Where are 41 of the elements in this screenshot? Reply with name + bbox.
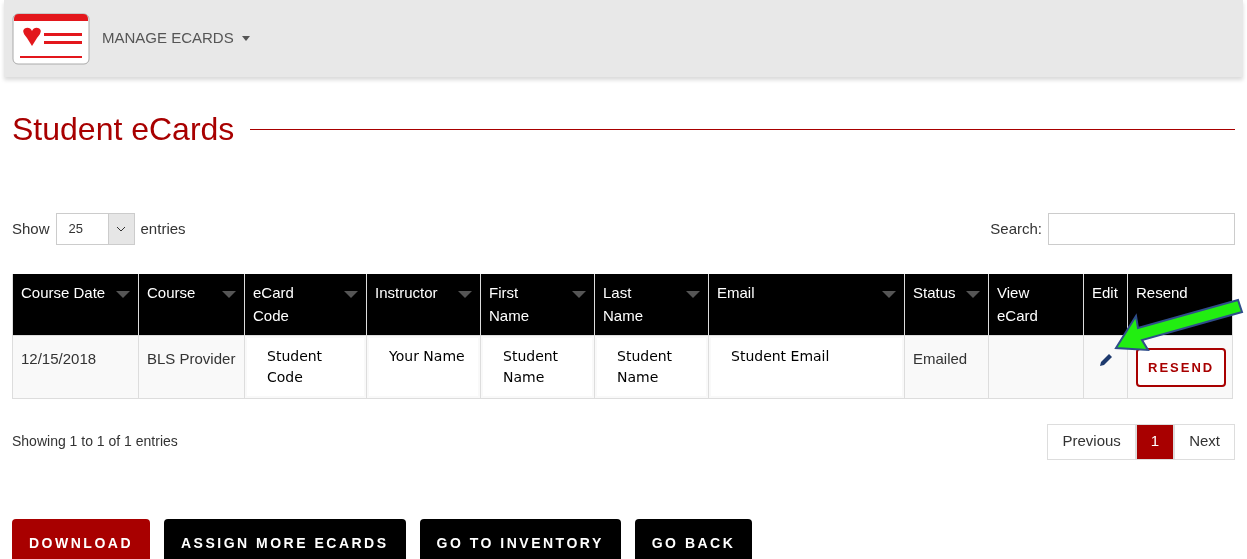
sort-icon [344, 291, 358, 298]
page-title: Student eCards [12, 110, 235, 149]
sort-icon [116, 291, 130, 298]
search-label: Search: [990, 218, 1042, 239]
sort-icon [572, 291, 586, 298]
column-header[interactable]: Email [708, 274, 905, 335]
sort-icon [458, 291, 472, 298]
action-button[interactable]: GO TO INVENTORY [419, 518, 621, 559]
column-header[interactable]: eCard Code [244, 274, 367, 335]
pencil-icon[interactable] [1097, 352, 1114, 369]
sort-icon [882, 291, 896, 298]
entries-select[interactable]: 25 [55, 213, 135, 245]
caret-icon [241, 36, 250, 41]
action-button[interactable]: DOWNLOAD [12, 518, 150, 559]
manage-ecards-menu[interactable]: MANAGE ECARDS [102, 27, 250, 50]
pagination-button[interactable]: Next [1174, 423, 1235, 460]
column-header[interactable]: Status [904, 274, 989, 335]
table-cell: Emailed [913, 349, 968, 367]
chevron-down-icon [116, 226, 127, 232]
column-header[interactable]: Instructor [366, 274, 481, 335]
column-header[interactable]: First Name [480, 274, 595, 335]
pagination-button[interactable]: Previous [1047, 423, 1136, 460]
column-header: View eCard [988, 274, 1084, 335]
entries-info: Showing 1 to 1 of 1 entries [12, 432, 178, 451]
action-button[interactable]: GO BACK [634, 518, 753, 559]
column-header: Edit [1083, 274, 1128, 335]
sort-icon [222, 291, 236, 298]
pagination-button[interactable]: 1 [1135, 423, 1175, 460]
entries-label: entries [140, 218, 186, 239]
column-header[interactable]: Last Name [594, 274, 709, 335]
column-header[interactable]: Course Date [12, 274, 139, 335]
sort-icon [686, 291, 700, 298]
search-field[interactable] [1048, 213, 1235, 245]
column-header[interactable]: Course [138, 274, 245, 335]
table-cell: BLS Provider [147, 349, 236, 367]
sort-icon [966, 291, 980, 298]
logo-icon [12, 12, 90, 65]
action-button[interactable]: ASSIGN MORE ECARDS [164, 518, 406, 559]
resend-button[interactable]: RESEND [1136, 347, 1227, 387]
table-cell: 12/15/2018 [21, 349, 97, 367]
show-label: Show [12, 218, 50, 239]
